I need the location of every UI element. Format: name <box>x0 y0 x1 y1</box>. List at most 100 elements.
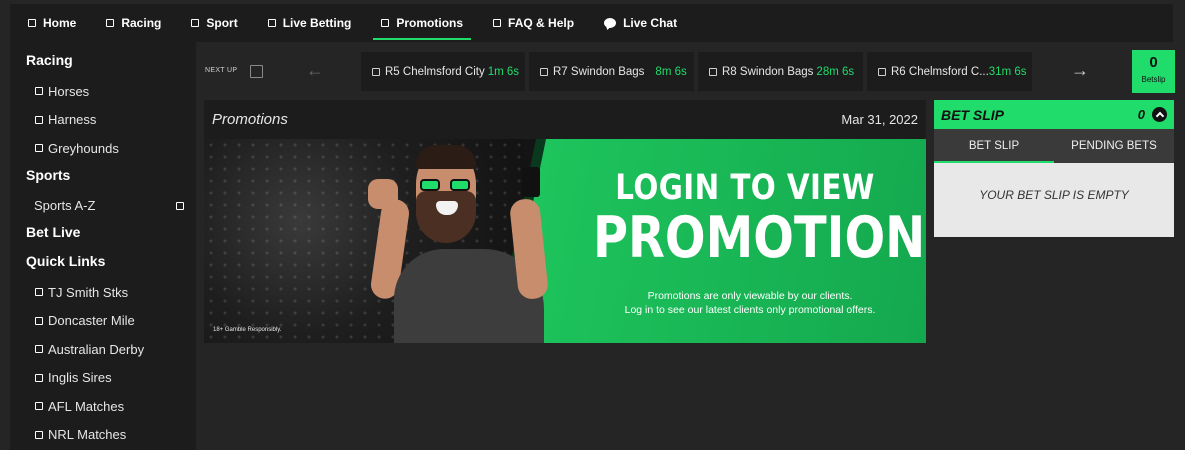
sidebar-heading-sports[interactable]: Sports <box>10 165 196 192</box>
betslip-count: 0 <box>1149 54 1158 71</box>
sidebar-item-label: Harness <box>48 112 97 128</box>
sidebar-item-sports-az[interactable]: Sports A-Z <box>10 192 196 221</box>
sidebar-item-label: Horses <box>48 83 90 99</box>
sidebar-item-label: Greyhounds <box>48 140 119 156</box>
nav-home[interactable]: Home <box>28 4 76 42</box>
bet-slip-title: BET SLIP <box>941 106 1005 123</box>
race-name: R8 Swindon Bags <box>722 65 814 78</box>
prev-arrow-icon[interactable]: ← <box>306 60 324 81</box>
tab-pending-bets[interactable]: PENDING BETS <box>1054 129 1174 163</box>
quick-link-doncaster[interactable]: Doncaster Mile <box>10 307 196 336</box>
tab-bet-slip[interactable]: BET SLIP <box>934 129 1054 163</box>
sidebar-item-greyhounds[interactable]: Greyhounds <box>10 134 196 163</box>
quick-link-afl[interactable]: AFL Matches <box>10 392 196 421</box>
nav-sport[interactable]: Sport <box>191 4 238 42</box>
square-icon <box>106 19 115 27</box>
race-countdown: 31m 6s <box>988 65 1027 78</box>
banner-headline: LOGIN TO VIEW PROMOTIONS <box>592 168 926 271</box>
race-name: R5 Chelmsford City <box>385 65 485 78</box>
promotions-header: Promotions Mar 31, 2022 <box>204 100 926 139</box>
race-name: R7 Swindon Bags <box>553 65 645 78</box>
gamble-responsibly-note: 18+ Gamble Responsibly. <box>213 327 282 333</box>
square-icon <box>35 288 43 297</box>
banner-subtext: Promotions are only viewable by our clie… <box>574 289 926 317</box>
bet-slip-body: YOUR BET SLIP IS EMPTY <box>934 163 1174 237</box>
quick-link-nrl[interactable]: NRL Matches <box>10 421 196 450</box>
bet-slip-tabs: BET SLIP PENDING BETS <box>934 129 1174 163</box>
banner-subtext-line1: Promotions are only viewable by our clie… <box>647 290 853 302</box>
sidebar-item-harness[interactable]: Harness <box>10 106 196 135</box>
betslip-counter-button[interactable]: 0 Betslip <box>1132 50 1175 93</box>
quick-link-inglis-sires[interactable]: Inglis Sires <box>10 364 196 393</box>
sidebar-item-horses[interactable]: Horses <box>10 77 196 106</box>
betslip-counter-label: Betslip <box>1141 75 1166 84</box>
next-race-4[interactable]: R6 Chelmsford C... 31m 6s <box>867 52 1032 91</box>
sidebar-item-label: Inglis Sires <box>48 370 112 386</box>
quick-link-australian-derby[interactable]: Australian Derby <box>10 335 196 364</box>
sidebar-heading-racing[interactable]: Racing <box>10 50 196 77</box>
square-icon <box>878 67 886 76</box>
collapse-chevron-icon[interactable] <box>1152 107 1167 122</box>
quick-link-tj-smith[interactable]: TJ Smith Stks <box>10 278 196 307</box>
race-name: R6 Chelmsford C... <box>891 65 989 78</box>
banner-headline-line2: PROMOTIONS <box>592 205 926 271</box>
banner-headline-line1: LOGIN TO VIEW <box>615 168 875 208</box>
race-countdown: 8m 6s <box>655 65 687 78</box>
square-icon <box>28 19 36 27</box>
nav-promotions[interactable]: Promotions <box>373 4 471 42</box>
square-icon <box>709 67 717 76</box>
banner-person-image <box>354 139 584 343</box>
chat-bubble-icon <box>604 18 617 28</box>
nav-label: Live Chat <box>623 16 678 30</box>
sidebar-heading-bet-live[interactable]: Bet Live <box>10 222 196 249</box>
square-icon <box>35 87 43 96</box>
nav-live-betting[interactable]: Live Betting <box>267 4 351 42</box>
next-up-label: NEXT UP <box>205 67 238 74</box>
next-race-1[interactable]: R5 Chelmsford City 1m 6s <box>361 52 525 91</box>
phone-icon <box>522 167 540 197</box>
nav-label: Home <box>43 16 77 30</box>
square-icon <box>35 316 43 325</box>
square-icon <box>35 144 43 153</box>
square-icon <box>35 402 43 411</box>
next-up-checkbox[interactable] <box>250 65 263 78</box>
square-icon <box>35 115 43 124</box>
sidebar-item-label: AFL Matches <box>48 398 125 414</box>
square-icon <box>381 19 390 27</box>
next-arrow-icon[interactable]: → <box>1071 60 1089 81</box>
sidebar-item-label: Australian Derby <box>48 341 145 357</box>
sidebar-item-label: Doncaster Mile <box>48 313 135 329</box>
nav-label: Racing <box>121 16 162 30</box>
page-title: Promotions <box>212 111 288 128</box>
nav-faq-help[interactable]: FAQ & Help <box>493 4 574 42</box>
bet-slip-empty-message: YOUR BET SLIP IS EMPTY <box>979 188 1129 202</box>
square-icon <box>372 67 380 76</box>
nav-racing[interactable]: Racing <box>106 4 161 42</box>
banner-subtext-line2: Log in to see our latest clients only pr… <box>624 304 876 316</box>
square-icon <box>493 19 502 27</box>
square-icon <box>267 19 276 27</box>
promotions-banner[interactable]: 18+ Gamble Responsibly. LOGIN TO VIEW PR… <box>204 139 926 343</box>
nav-live-chat[interactable]: Live Chat <box>604 4 677 42</box>
next-race-3[interactable]: R8 Swindon Bags 28m 6s <box>698 52 863 91</box>
person-glasses <box>418 179 474 191</box>
race-countdown: 28m 6s <box>816 65 855 78</box>
sidebar-item-label: TJ Smith Stks <box>48 284 129 300</box>
bet-slip-count: 0 <box>1137 107 1145 122</box>
top-nav: Home Racing Sport Live Betting Promotion… <box>10 4 1173 42</box>
square-icon <box>191 19 200 27</box>
promotions-date: Mar 31, 2022 <box>841 112 918 127</box>
race-countdown: 1m 6s <box>487 65 520 78</box>
bet-slip-header: BET SLIP 0 <box>934 100 1174 129</box>
next-race-2[interactable]: R7 Swindon Bags 8m 6s <box>529 52 694 91</box>
nav-label: Promotions <box>396 16 464 30</box>
sidebar-heading-quick-links: Quick Links <box>26 253 106 269</box>
square-icon <box>35 373 43 382</box>
person-fist <box>368 179 398 209</box>
sidebar-item-label: NRL Matches <box>48 427 127 443</box>
expand-icon[interactable] <box>176 201 184 210</box>
nav-label: FAQ & Help <box>508 16 575 30</box>
nav-label: Sport <box>206 16 238 30</box>
square-icon <box>35 430 43 439</box>
square-icon <box>540 67 548 76</box>
